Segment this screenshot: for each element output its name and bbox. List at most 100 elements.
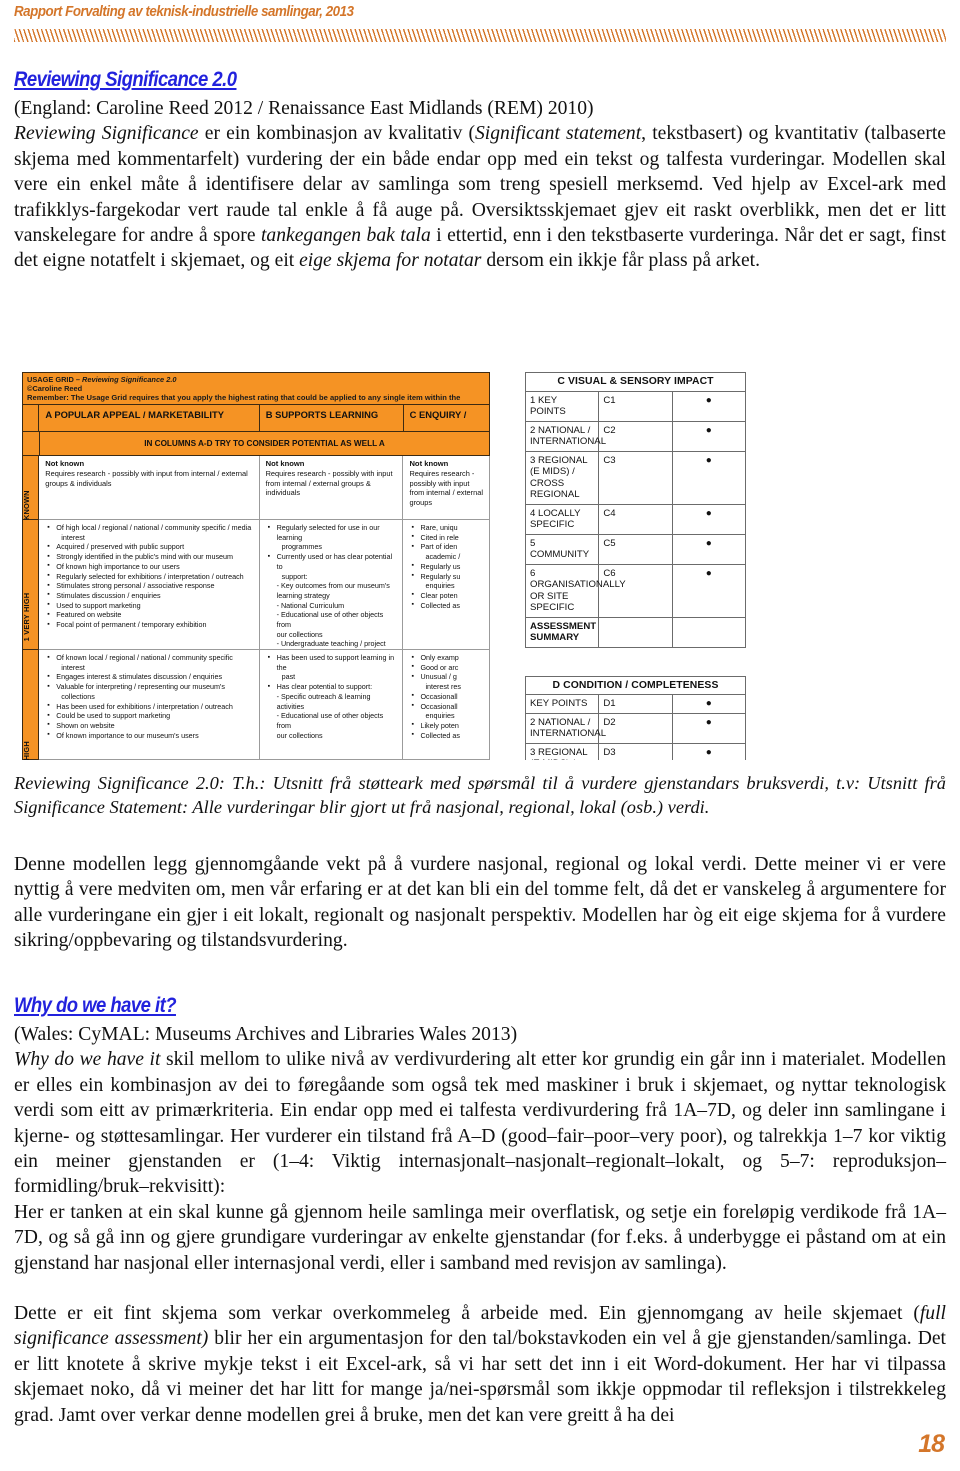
para-run-8: dersom ein ikkje får plass på arket. bbox=[481, 250, 760, 272]
list-item: Could be used to support marketing bbox=[45, 711, 253, 721]
usage-grid-row-label-high: 2 HIGH bbox=[21, 650, 40, 760]
list-item: Of known local / regional / national / c… bbox=[45, 653, 253, 663]
list-item: Acquired / preserved with public support bbox=[45, 542, 253, 552]
table-d-title: D CONDITION / COMPLETENESS bbox=[525, 675, 746, 695]
list-item: - Educational use of other objects from bbox=[276, 711, 384, 730]
list-item: Of known high importance to our users bbox=[45, 561, 253, 572]
usage-grid-cell-a1: Of high local / regional / national / co… bbox=[39, 520, 260, 650]
usage-grid-note-row: IN COLUMNS A-D TRY TO CONSIDER POTENTIAL… bbox=[22, 432, 490, 456]
list-item: academic / bbox=[425, 552, 461, 562]
table-c-dot: ● bbox=[671, 563, 746, 618]
list-item: Occasionall bbox=[409, 691, 484, 702]
table-d-code: D2 bbox=[598, 712, 673, 744]
usage-grid-corner-cell bbox=[22, 405, 40, 432]
usage-grid-label: USAGE GRID bbox=[27, 375, 74, 384]
table-header-row: D CONDITION / COMPLETENESS bbox=[525, 675, 746, 695]
table-c-dot bbox=[671, 616, 746, 648]
inline-italic-title: Reviewing Significance bbox=[14, 123, 199, 145]
remember-text: The Usage Grid requires that you apply t… bbox=[68, 393, 461, 402]
usage-grid-row-label-unknown: 0 UNKNOWN bbox=[22, 456, 40, 538]
figure-reviewing-significance-spreadsheet: USAGE GRID – Reviewing Significance 2.0 … bbox=[20, 372, 746, 760]
usage-grid-row-unknown: 0 UNKNOWN Not known Requires research - … bbox=[22, 456, 490, 538]
list-item: Valuable for interpreting / representing… bbox=[45, 682, 253, 692]
list-item: Of known importance to our museum's user… bbox=[45, 730, 253, 741]
table-gap-spacer bbox=[525, 648, 746, 676]
section-two-p3-run-1: Dette er eit fint skjema som verkar over… bbox=[14, 1303, 920, 1325]
section-two-paragraph-3: Dette er eit fint skjema som verkar over… bbox=[14, 1301, 946, 1428]
list-item: Strongly identified in the public's mind… bbox=[45, 552, 253, 562]
usage-grid-column-headers: A POPULAR APPEAL / MARKETABILITY B SUPPO… bbox=[22, 405, 490, 432]
list-item: Cited in rele bbox=[409, 532, 484, 543]
list-item: Shown on website bbox=[45, 720, 253, 731]
cell-b0-head: Not known bbox=[265, 459, 305, 468]
usage-grid-remember-line: Remember: The Usage Grid requires that y… bbox=[27, 393, 485, 403]
usage-grid-row-high: 2 HIGH Of known local / regional / natio… bbox=[22, 650, 490, 760]
table-d-code: D3 bbox=[598, 742, 673, 760]
section-heading-why-do-we-have-it: Why do we have it? bbox=[14, 994, 198, 1018]
inline-italic-tankegangen: tankegangen bak tala bbox=[260, 225, 431, 247]
list-item: Unusual / g bbox=[409, 672, 484, 682]
list-item: Likely poten bbox=[409, 720, 484, 731]
usage-grid-cell-c0: Not known Requires research - possibly w… bbox=[403, 456, 490, 520]
table-c-label: 4 LOCALLY SPECIFIC bbox=[524, 503, 600, 535]
list-item: Regularly selected for exhibitions / int… bbox=[45, 571, 253, 582]
list-item: support: bbox=[281, 571, 308, 581]
attribution-line: (England: Caroline Reed 2012 / Renaissan… bbox=[14, 98, 594, 119]
list-item: past bbox=[281, 672, 296, 682]
list-item: Occasionall bbox=[409, 701, 484, 712]
usage-grid-cell-a0: Not known Requires research - possibly w… bbox=[39, 456, 260, 520]
list-item: programmes bbox=[281, 542, 322, 552]
usage-grid-cell-c1: Rare, uniqu Cited in rele Part of iden a… bbox=[403, 520, 490, 650]
table-visual-sensory-impact: C VISUAL & SENSORY IMPACT 1 KEY POINTS C… bbox=[524, 372, 746, 648]
section-two-paragraph-1: Why do we have it skil mellom to ulike n… bbox=[14, 1047, 946, 1199]
list-item: Stimulates strong personal / associative… bbox=[45, 581, 253, 591]
cell-c0-sub: Requires research - possibly with input … bbox=[409, 469, 483, 507]
usage-grid-cell-a2: Of known local / regional / national / c… bbox=[39, 650, 260, 760]
para-run-2: er ein kombinasjon av kvalitativ ( bbox=[198, 123, 475, 145]
section-two-body: (Wales: CyMAL: Museums Archives and Libr… bbox=[14, 1022, 946, 1428]
table-c-label: 6 ORGANISATIONALLY OR SITE SPECIFIC bbox=[524, 563, 626, 618]
list-item: Has clear potential to support: bbox=[266, 682, 398, 692]
list-item: Of high local / regional / national / co… bbox=[45, 523, 253, 533]
cell-c1-list: Rare, uniqu Cited in rele Part of iden a… bbox=[409, 523, 484, 610]
table-c-title: C VISUAL & SENSORY IMPACT bbox=[525, 372, 746, 392]
section-two-attribution: (Wales: CyMAL: Museums Archives and Libr… bbox=[14, 1024, 518, 1045]
list-item: Has been used to support learning in the bbox=[266, 652, 398, 672]
list-item: Used to support marketing bbox=[45, 600, 253, 611]
table-d-label: KEY POINTS bbox=[524, 694, 600, 714]
usage-grid-title-line: USAGE GRID – Reviewing Significance 2.0 bbox=[27, 375, 485, 384]
table-c-label: 2 NATIONAL / INTERNATIONAL bbox=[524, 420, 606, 452]
section-two-title: Why do we have it? bbox=[14, 994, 177, 1017]
row-label-text: 1 VERY HIGH bbox=[21, 592, 31, 642]
usage-grid-cell-b2: Has been used to support learning in the… bbox=[259, 650, 404, 760]
row-label-text: 2 HIGH bbox=[21, 741, 31, 760]
list-item: - Educational use of other objects from bbox=[276, 610, 384, 630]
list-item: interest bbox=[61, 662, 85, 672]
list-item: Regularly selected for use in our learni… bbox=[266, 522, 398, 542]
cell-b0-sub: Requires research - possibly with input … bbox=[265, 469, 393, 498]
list-item: Has been used for exhibitions / interpre… bbox=[45, 701, 253, 712]
table-d-dot: ● bbox=[671, 712, 746, 744]
table-row: 3 REGIONAL (E MIDS) / CROSS REGIONAL D3 … bbox=[524, 742, 746, 760]
paragraph-after-figure: Denne modellen legg gjennomgåande vekt p… bbox=[14, 854, 946, 952]
list-item: interest bbox=[61, 532, 85, 542]
usage-grid-note-text: IN COLUMNS A-D TRY TO CONSIDER POTENTIAL… bbox=[40, 432, 490, 456]
table-row: ASSESSMENT SUMMARY bbox=[524, 616, 746, 648]
usage-grid-cell-c2: Only examp Good or arc Unusual / g inter… bbox=[403, 650, 490, 760]
inline-italic-term: Significant statement bbox=[475, 123, 642, 145]
list-item: Part of iden bbox=[409, 542, 484, 552]
list-item: enquiries bbox=[425, 711, 455, 721]
table-c-dot: ● bbox=[671, 450, 746, 505]
list-item: collections bbox=[61, 691, 95, 701]
table-d-label: 2 NATIONAL / INTERNATIONAL bbox=[524, 712, 606, 744]
section-two-paragraph-2: Her er tanken at ein skal kunne gå gjenn… bbox=[14, 1201, 946, 1274]
cell-b2-list: Has been used to support learning in the… bbox=[266, 652, 398, 740]
table-c-code: C5 bbox=[598, 533, 673, 565]
table-c-label: 3 REGIONAL (E MIDS) / CROSS REGIONAL bbox=[524, 450, 600, 505]
table-c-label: 1 KEY POINTS bbox=[524, 390, 600, 422]
usage-grid-title-rest: – Reviewing Significance 2.0 bbox=[73, 375, 177, 384]
table-c-label: 5 COMMUNITY bbox=[524, 533, 600, 565]
table-c-code: C2 bbox=[598, 420, 673, 452]
table-c-code: C1 bbox=[598, 390, 673, 422]
table-condition-completeness: D CONDITION / COMPLETENESS KEY POINTS D1… bbox=[524, 675, 746, 760]
